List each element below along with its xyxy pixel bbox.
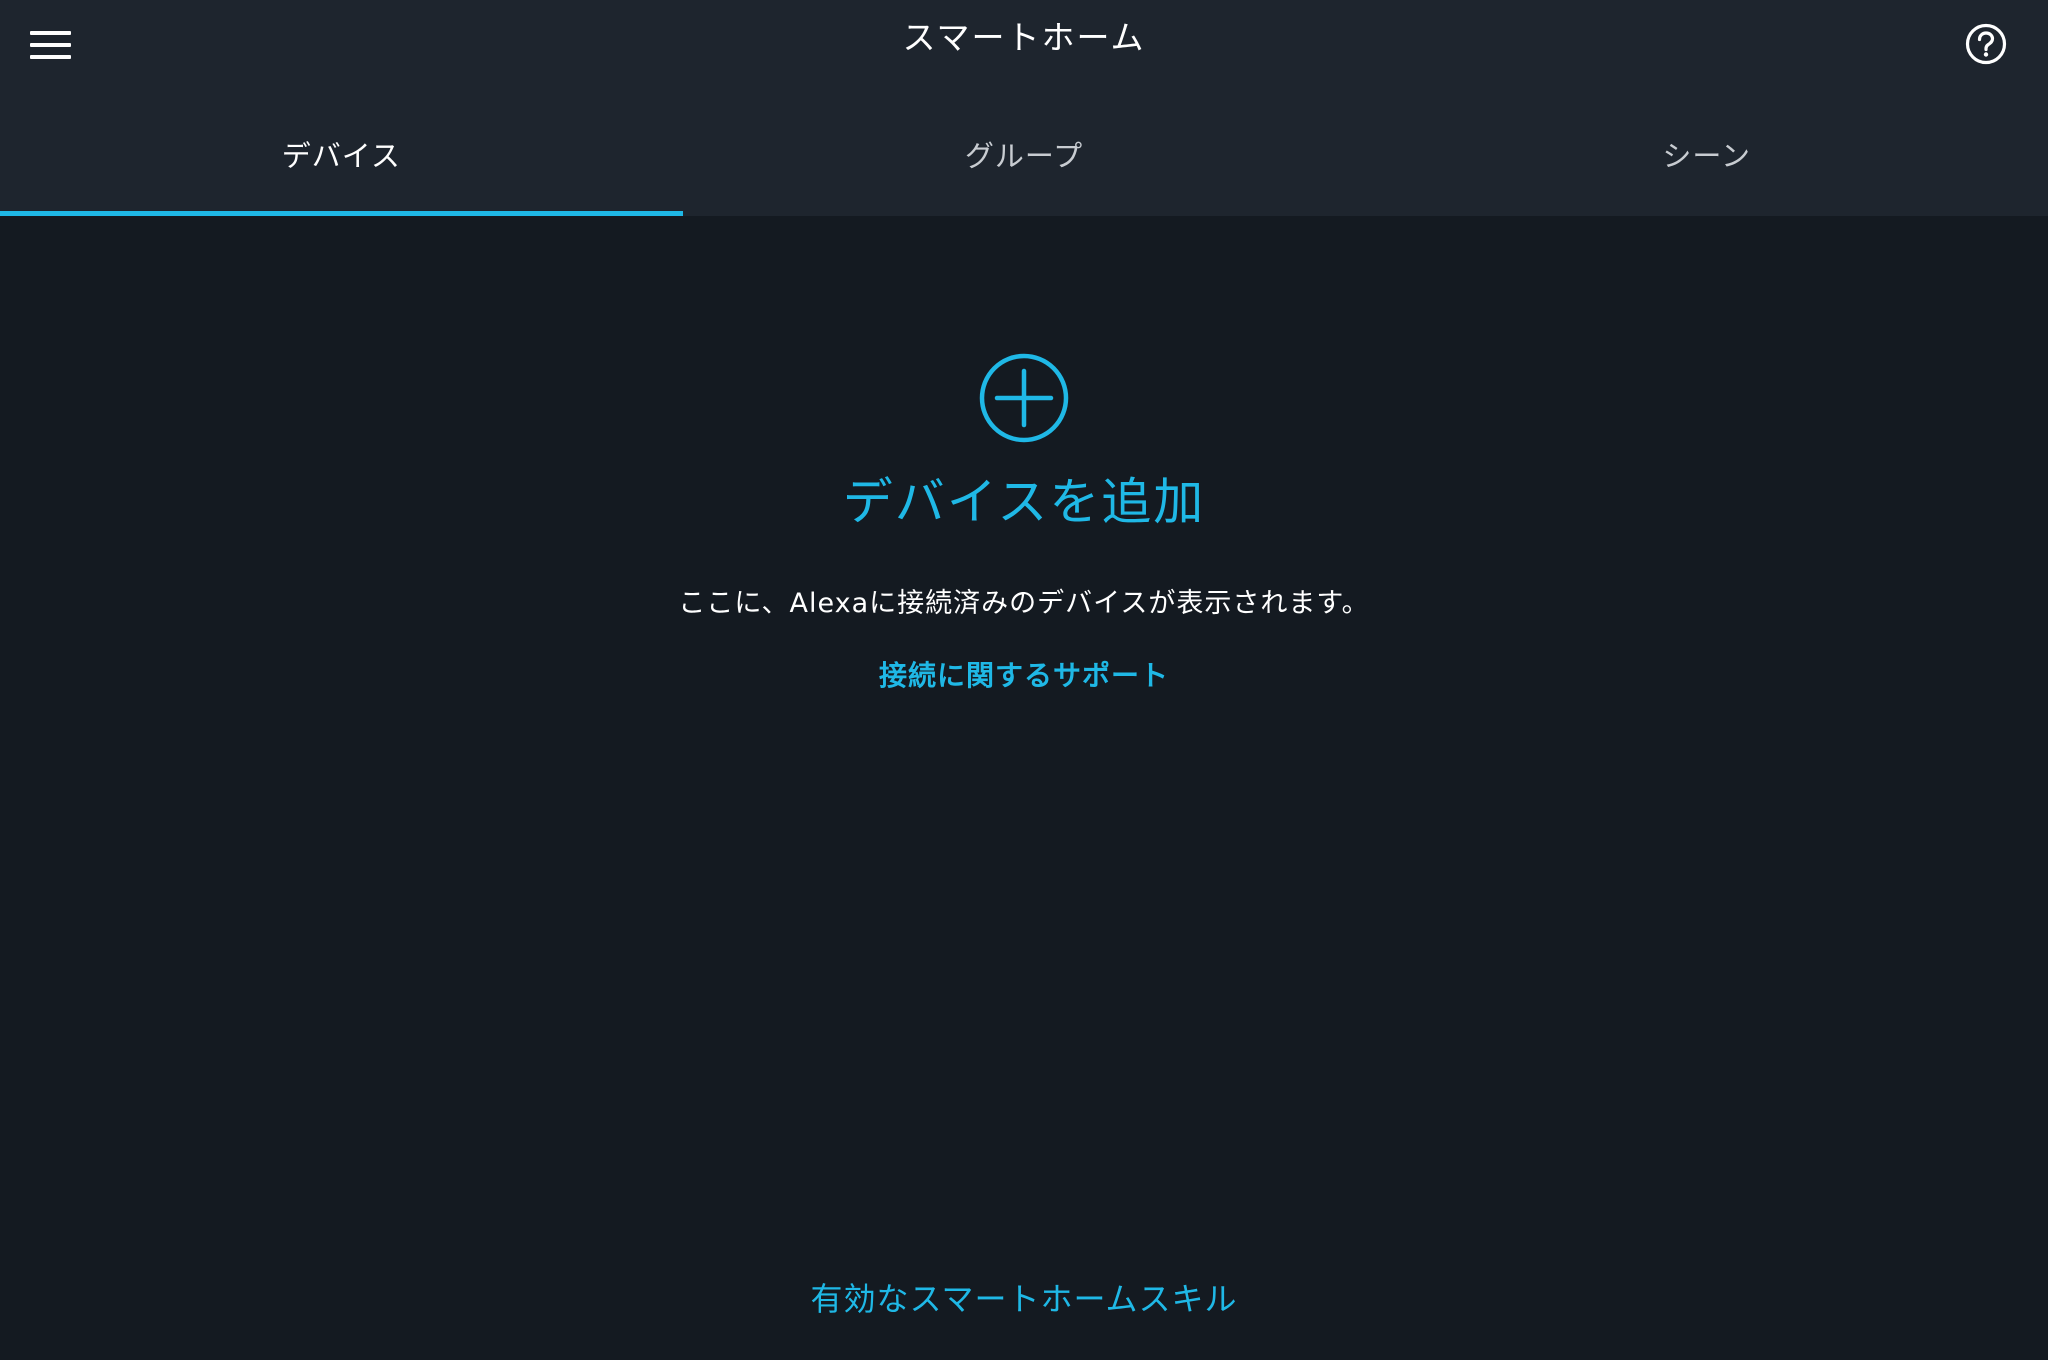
tab-bar: デバイス グループ シーン: [0, 96, 2048, 216]
top-bar: スマートホーム: [0, 0, 2048, 96]
add-device-button[interactable]: デバイスを追加: [0, 472, 2048, 532]
smart-home-skills-link[interactable]: 有効なスマートホームスキル: [0, 1276, 2048, 1322]
connection-support-link[interactable]: 接続に関するサポート: [0, 655, 2048, 697]
plus-circle-icon[interactable]: [978, 352, 1070, 444]
tab-groups[interactable]: グループ: [683, 96, 1366, 216]
help-circle-icon[interactable]: [1964, 22, 2008, 66]
tab-scenes[interactable]: シーン: [1365, 96, 2048, 216]
tab-devices[interactable]: デバイス: [0, 96, 683, 216]
empty-state-description: ここに、Alexaに接続済みのデバイスが表示されます。: [678, 588, 1370, 619]
page-title: スマートホーム: [902, 18, 1146, 57]
app-header: スマートホーム デバイス グループ シーン: [0, 0, 2048, 216]
smart-home-screen: スマートホーム デバイス グループ シーン デバイスを追加 ここに、Alexaに…: [0, 0, 2048, 1360]
add-device-section: デバイスを追加: [0, 352, 2048, 532]
